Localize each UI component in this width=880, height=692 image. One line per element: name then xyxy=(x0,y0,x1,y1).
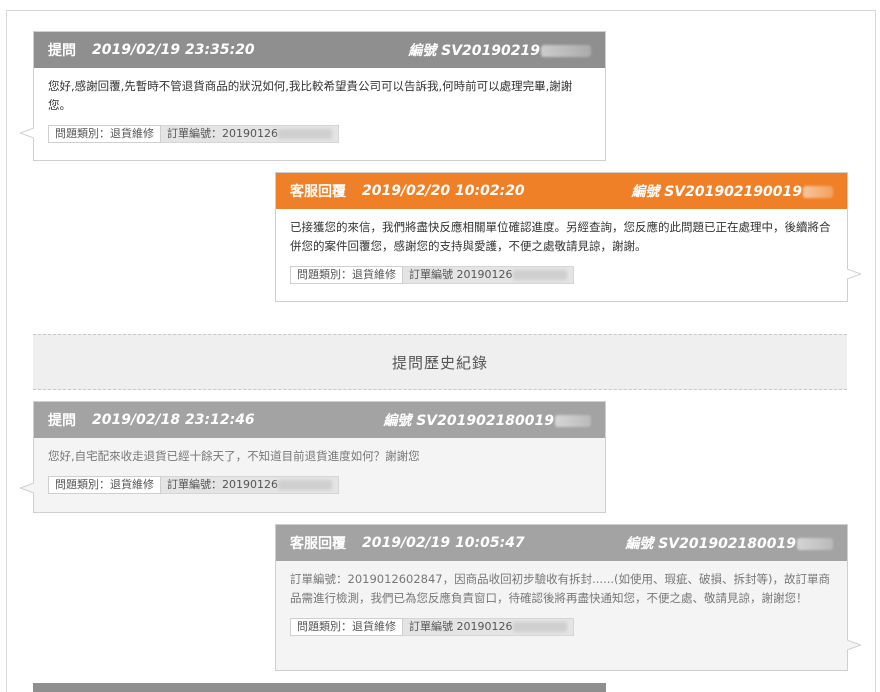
message-time: 2019/02/19 23:35:20 xyxy=(92,42,255,58)
next-message-header xyxy=(33,683,606,692)
message-header: 提問 2019/02/19 23:35:20 編號 SV20190219 xyxy=(34,32,605,68)
message-header: 提問 2019/02/18 23:12:46 編號 SV201902180019 xyxy=(34,402,605,438)
message-time: 2019/02/19 10:05:47 xyxy=(362,535,525,551)
bubble-tail xyxy=(847,269,861,279)
order-tag: 訂單編號 20190126 xyxy=(403,266,574,284)
message-role: 提問 xyxy=(48,413,76,429)
ticket-id: 編號 SV201902180019 xyxy=(383,410,591,430)
message-text: 已接獲您的來信，我們將盡快反應相關單位確認進度。另經查詢，您反應的此問題已正在處… xyxy=(290,220,831,253)
ticket-id: 編號 SV201902180019 xyxy=(625,533,833,553)
history-reply-message: 客服回覆 2019/02/19 10:05:47 編號 SV2019021800… xyxy=(275,524,861,671)
message-role: 客服回覆 xyxy=(290,536,346,552)
message-header: 客服回覆 2019/02/20 10:02:20 編號 SV2019021900… xyxy=(276,173,847,209)
redacted-id xyxy=(555,415,591,427)
bubble-tail xyxy=(20,128,34,138)
history-question-message: 提問 2019/02/18 23:12:46 編號 SV201902180019… xyxy=(20,401,606,513)
ticket-id: 編號 SV201902190019 xyxy=(631,181,833,201)
message-tags: 問題類別：退貨維修 訂單編號 20190126 xyxy=(290,618,833,636)
message-role: 客服回覆 xyxy=(290,184,346,200)
message-text: 訂單編號：2019012602847，因商品收回初步驗收有拆封......(如使… xyxy=(290,572,831,605)
order-tag: 訂單編號：20190126 xyxy=(161,125,339,143)
category-tag: 問題類別：退貨維修 xyxy=(290,266,403,284)
message-tags: 問題類別：退貨維修 訂單編號 20190126 xyxy=(290,266,833,284)
message-header: 客服回覆 2019/02/19 10:05:47 編號 SV2019021800… xyxy=(276,525,847,561)
order-tag: 訂單編號：20190126 xyxy=(161,476,339,494)
message-role: 提問 xyxy=(48,43,76,59)
history-section-header: 提問歷史紀錄 xyxy=(33,334,847,390)
reply-message: 客服回覆 2019/02/20 10:02:20 編號 SV2019021900… xyxy=(275,172,861,302)
message-time: 2019/02/20 10:02:20 xyxy=(362,183,525,199)
category-tag: 問題類別：退貨維修 xyxy=(290,618,403,636)
message-tags: 問題類別：退貨維修 訂單編號：20190126 xyxy=(48,476,591,494)
order-tag: 訂單編號 20190126 xyxy=(403,618,574,636)
redacted-id xyxy=(803,186,833,198)
redacted-id xyxy=(541,45,591,57)
redacted-id xyxy=(797,538,833,550)
question-message: 提問 2019/02/19 23:35:20 編號 SV20190219 您好,… xyxy=(20,31,606,161)
ticket-id: 編號 SV20190219 xyxy=(408,40,591,60)
category-tag: 問題類別：退貨維修 xyxy=(48,125,161,143)
category-tag: 問題類別：退貨維修 xyxy=(48,476,161,494)
message-text: 您好,自宅配來收走退貨已經十餘天了，不知道目前退貨進度如何？謝謝您 xyxy=(48,449,420,463)
history-title: 提問歷史紀錄 xyxy=(391,353,488,372)
message-text: 您好,感謝回覆,先暫時不管退貨商品的狀況如何,我比較希望貴公司可以告訴我,何時前… xyxy=(48,79,573,112)
bubble-tail xyxy=(847,640,861,650)
bubble-tail xyxy=(20,483,34,493)
message-time: 2019/02/18 23:12:46 xyxy=(92,412,255,428)
message-tags: 問題類別：退貨維修 訂單編號：20190126 xyxy=(48,125,591,143)
